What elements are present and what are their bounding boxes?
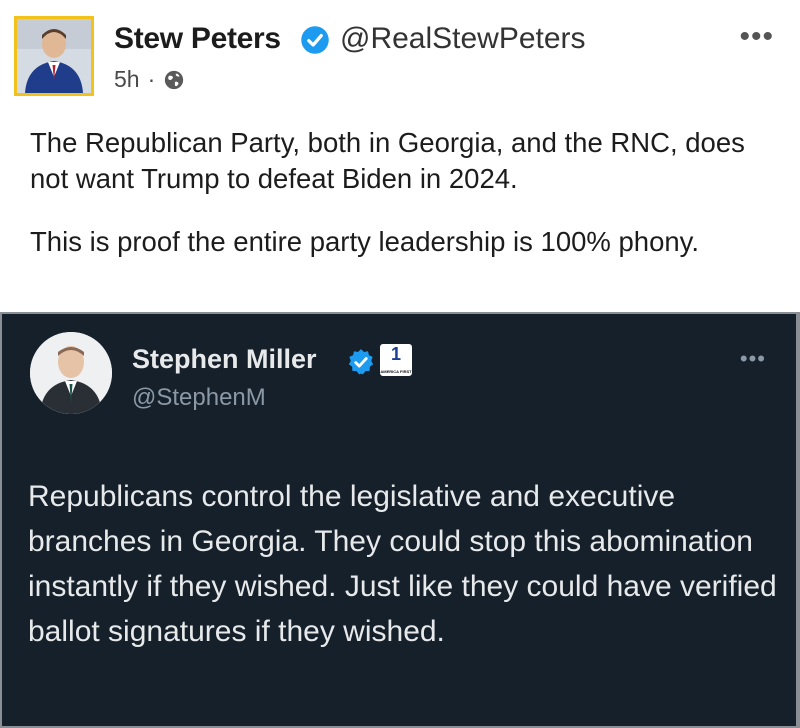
globe-icon [165,70,184,89]
embedded-author-handle[interactable]: @StephenM [132,384,266,412]
author-handle[interactable]: @RealStewPeters [340,22,586,56]
embedded-author-avatar[interactable] [30,332,112,414]
verified-badge-icon [301,26,329,54]
post-paragraph: This is proof the entire party leadershi… [30,226,700,257]
embedded-more-options-button[interactable]: ••• [740,346,766,372]
verified-badge-icon [348,349,374,375]
author-avatar[interactable] [14,16,94,96]
affiliation-badge-label: AMERICA FIRST [380,369,412,374]
post-paragraph: The Republican Party, both in Georgia, a… [30,127,745,194]
embedded-author-name[interactable]: Stephen Miller [132,344,317,375]
post-body: The Republican Party, both in Georgia, a… [30,125,770,287]
screenshot-container: Stew Peters @RealStewPeters 5h · ••• The… [0,0,800,728]
post-timestamp[interactable]: 5h [114,66,140,93]
embedded-tweet-text: Republicans control the legislative and … [28,480,777,648]
affiliation-badge[interactable]: 1 AMERICA FIRST [380,344,412,376]
embedded-tweet-card[interactable]: Stephen Miller 1 AMERICA FIRST ••• @Step… [0,312,800,728]
avatar-portrait-icon [17,19,91,93]
meta-separator: · [147,66,156,92]
post-meta: 5h · [114,66,185,93]
author-name[interactable]: Stew Peters [114,22,281,56]
affiliation-badge-number: 1 [390,344,401,364]
more-options-button[interactable]: ••• [739,22,774,52]
avatar-portrait-icon [30,332,112,414]
